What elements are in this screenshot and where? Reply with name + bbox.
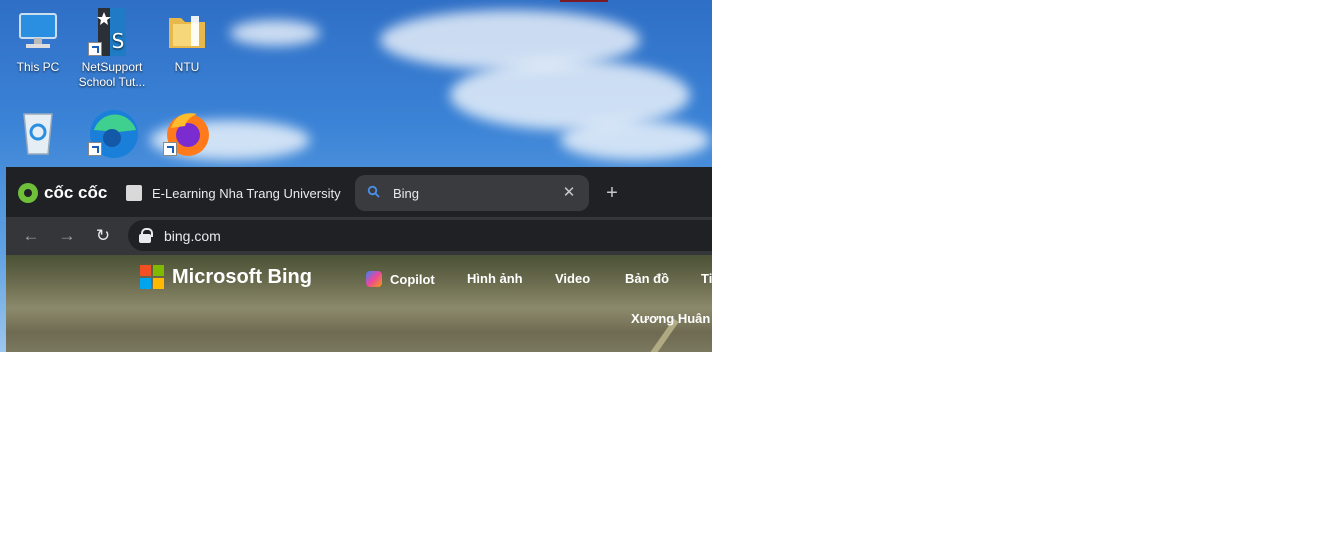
folder-icon (163, 8, 211, 56)
lock-icon (138, 227, 154, 244)
reload-button[interactable]: ↻ (92, 225, 114, 247)
firefox-icon (163, 108, 211, 156)
forward-button[interactable]: → (56, 225, 78, 247)
nav-video[interactable]: Video (555, 271, 590, 286)
desktop: This PC S NetSupport School Tut... NTU c… (0, 0, 712, 352)
microsoft-logo-icon (140, 265, 164, 289)
browser-window: cốc cốc E-Learning Nha Trang University … (6, 167, 712, 352)
taskbar-fragment (560, 0, 608, 2)
bing-logo[interactable]: Microsoft Bing (140, 265, 312, 289)
nav-copilot[interactable]: Copilot (366, 271, 435, 287)
address-bar[interactable]: bing.com (128, 220, 712, 251)
desktop-icon-label: NetSupport School Tut... (78, 60, 146, 89)
nav-more[interactable]: Ti (701, 271, 712, 286)
desktop-icon-ntu[interactable]: NTU (152, 8, 222, 75)
new-tab-button[interactable]: + (600, 181, 624, 205)
shortcut-arrow-icon (163, 142, 177, 156)
coccoc-logo-icon (18, 183, 38, 203)
search-icon (367, 185, 383, 201)
netsupport-icon: S (88, 8, 136, 56)
user-name[interactable]: Xương Huân (631, 311, 710, 326)
tab-bar: cốc cốc E-Learning Nha Trang University … (6, 167, 712, 217)
desktop-icon-netsupport[interactable]: S NetSupport School Tut... (77, 8, 147, 90)
edge-icon (88, 108, 138, 158)
nav-images[interactable]: Hình ảnh (467, 271, 523, 286)
shortcut-arrow-icon (88, 142, 102, 156)
nav-label: Copilot (390, 272, 435, 287)
desktop-icon-label: NTU (174, 60, 200, 74)
elearning-favicon-icon (126, 185, 142, 201)
cloud (230, 20, 320, 46)
desktop-icon-recycle-bin[interactable] (3, 108, 73, 160)
brand-name: cốc cốc (44, 183, 108, 202)
desktop-icon-this-pc[interactable]: This PC (3, 8, 73, 75)
tab-elearning[interactable]: E-Learning Nha Trang University (118, 175, 356, 211)
tab-title: Bing (393, 185, 420, 201)
cloud (450, 60, 690, 130)
url-text: bing.com (164, 227, 221, 244)
shortcut-arrow-icon (88, 42, 102, 56)
recycle-bin-icon (14, 108, 62, 156)
cloud (560, 120, 710, 160)
svg-text:S: S (112, 29, 125, 53)
toolbar: ← → ↻ bing.com (6, 217, 712, 255)
desktop-icon-label: This PC (16, 60, 60, 74)
desktop-icon-firefox[interactable] (152, 108, 222, 160)
back-button[interactable]: ← (20, 225, 42, 247)
bing-page: Microsoft Bing Copilot Hình ảnh Video Bả… (6, 255, 712, 352)
desktop-icon-edge[interactable] (77, 108, 147, 160)
computer-icon (14, 8, 62, 56)
bing-title: Microsoft Bing (172, 265, 312, 288)
tab-title: E-Learning Nha Trang University (152, 185, 341, 201)
tab-bing[interactable]: Bing ✕ (355, 175, 589, 211)
coccoc-logo[interactable]: cốc cốc (18, 181, 107, 205)
copilot-icon (366, 271, 382, 287)
close-tab-icon[interactable]: ✕ (561, 185, 577, 201)
nav-maps[interactable]: Bản đồ (625, 271, 669, 286)
